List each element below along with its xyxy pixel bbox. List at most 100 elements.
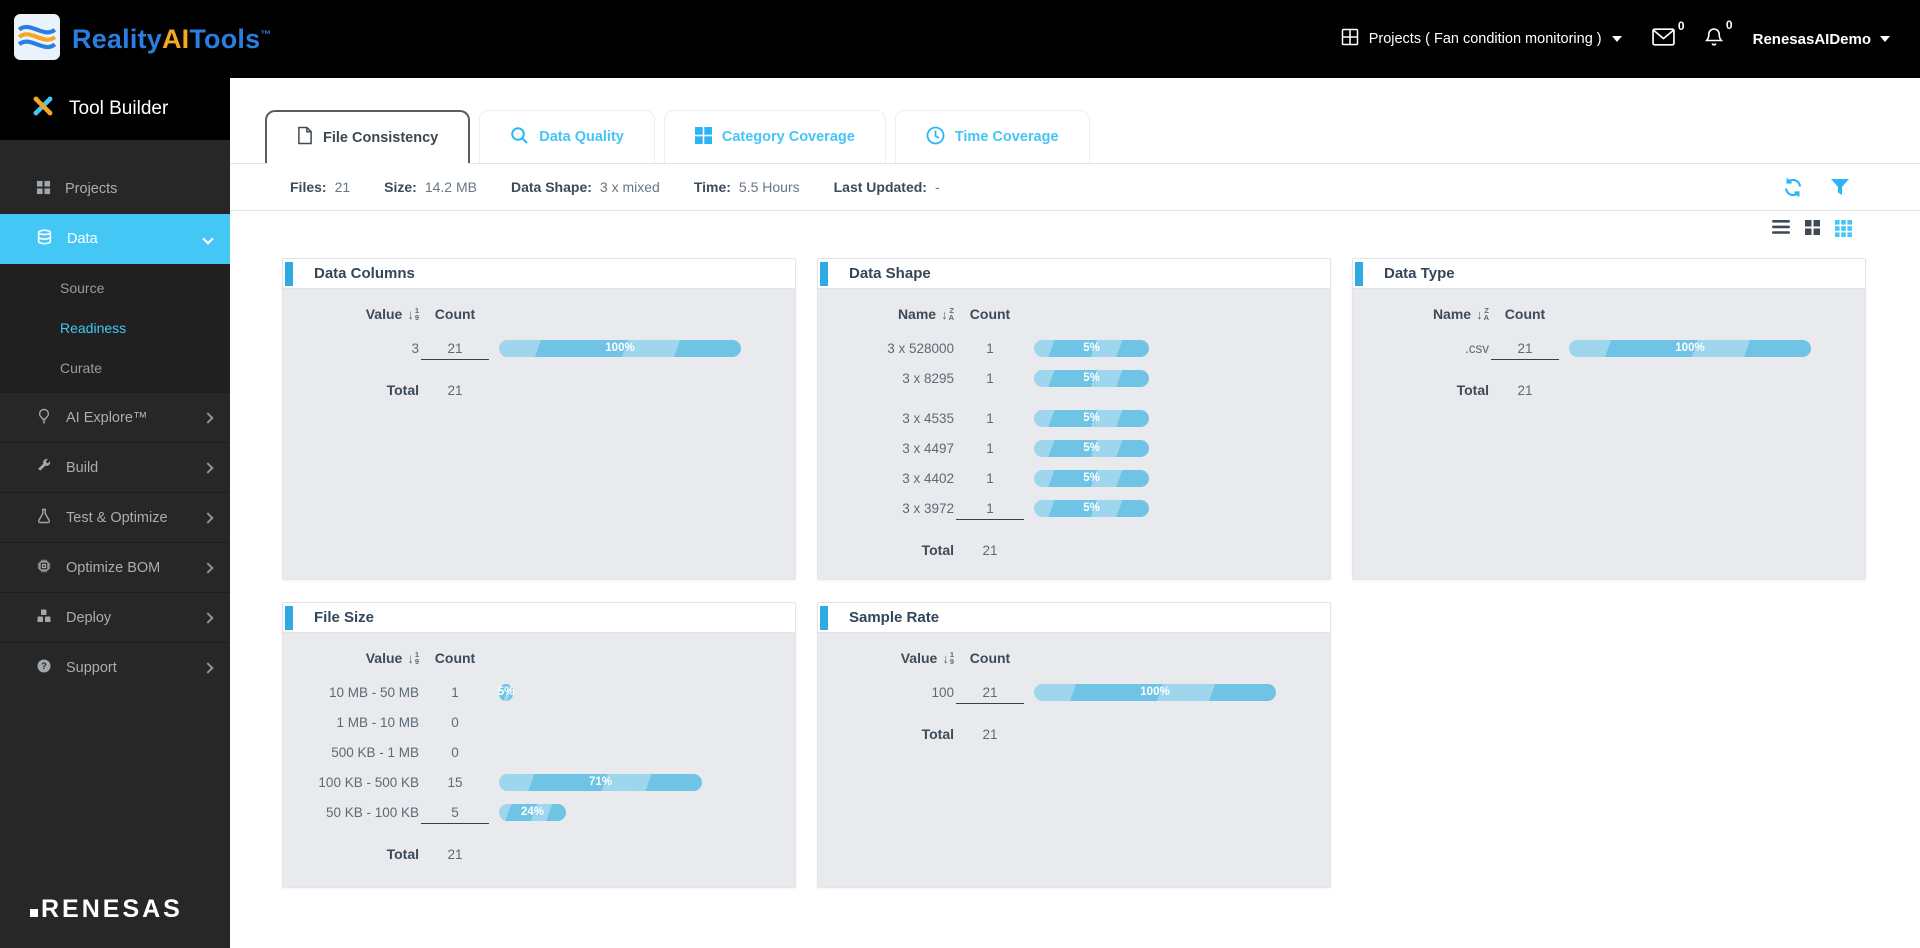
- card-data-columns: Data Columns Value ↓19 Count 3 21 100%: [282, 258, 796, 580]
- reality-ai-logo-icon: [14, 14, 60, 65]
- list-view-icon[interactable]: [1772, 220, 1790, 234]
- progress-bar: 5%: [1034, 440, 1149, 457]
- progress-label: 5%: [1083, 502, 1100, 514]
- card-body: Name ↓ZA Count 3 x 528000 1 5% 3 x 8295 …: [818, 289, 1330, 565]
- brand-title: RealityAITools™: [72, 24, 272, 55]
- row-count: 1: [954, 471, 1026, 486]
- row-count: 0: [419, 745, 491, 760]
- table-header: Name ↓ZA Count: [834, 299, 1314, 329]
- clock-icon: [926, 126, 945, 149]
- column-header-count: Count: [1489, 306, 1561, 322]
- progress-label: 5%: [1083, 372, 1100, 384]
- progress-bar: 5%: [1034, 470, 1149, 487]
- sidebar-subitem-source[interactable]: Source: [0, 268, 230, 308]
- card-title: Sample Rate: [849, 609, 939, 626]
- row-count: 1: [954, 341, 1026, 356]
- grid-2x2-view-icon[interactable]: [1805, 220, 1820, 235]
- progress-label: 5%: [1083, 342, 1100, 354]
- view-switcher: [230, 210, 1920, 252]
- card-sample-rate: Sample Rate Value ↓19 Count 100 21 100%: [817, 602, 1331, 888]
- sidebar-item-label: AI Explore™: [66, 410, 147, 426]
- projects-menu-label: Projects ( Fan condition monitoring ): [1369, 31, 1602, 47]
- grid-3x3-view-icon[interactable]: [1835, 220, 1852, 237]
- bell-icon: [1705, 27, 1723, 52]
- row-label: .csv: [1369, 341, 1489, 356]
- progress-label: 5%: [498, 686, 515, 698]
- table-row: 3 x 528000 1 5%: [834, 333, 1314, 363]
- user-menu[interactable]: RenesasAIDemo: [1753, 31, 1890, 48]
- column-header-name[interactable]: Name ↓ZA: [834, 306, 954, 322]
- total-value: 21: [954, 543, 1026, 558]
- card-header: File Size: [283, 603, 795, 633]
- sidebar-item-label: Optimize BOM: [66, 560, 160, 576]
- card-header: Data Shape: [818, 259, 1330, 289]
- row-count: 1: [419, 685, 491, 700]
- projects-grid-icon: [36, 180, 51, 199]
- row-label: 100 KB - 500 KB: [299, 775, 419, 790]
- sidebar-item-projects[interactable]: Projects: [0, 164, 230, 214]
- sidebar-item-data[interactable]: Data: [0, 214, 230, 264]
- table-header: Name ↓ZA Count: [1369, 299, 1849, 329]
- column-header-value[interactable]: Value ↓19: [299, 306, 419, 322]
- progress-label: 100%: [605, 342, 634, 354]
- filter-icon[interactable]: [1830, 178, 1850, 196]
- total-label: Total: [1369, 382, 1489, 398]
- sidebar-item-label: Build: [66, 460, 98, 476]
- row-label: 3 x 4535: [834, 411, 954, 426]
- total-row: Total 21: [1369, 375, 1849, 405]
- tool-builder-label: Tool Builder: [69, 98, 168, 120]
- projects-menu[interactable]: Projects ( Fan condition monitoring ): [1341, 28, 1622, 50]
- row-count: 15: [419, 775, 491, 790]
- sidebar-subitem-curate[interactable]: Curate: [0, 348, 230, 388]
- row-count: 21: [954, 685, 1026, 700]
- card-accent-bar: [820, 262, 828, 286]
- table-row: 3 x 8295 1 5%: [834, 363, 1314, 393]
- card-body: Name ↓ZA Count .csv 21 100% Total 21: [1353, 289, 1865, 405]
- card-title: Data Type: [1384, 265, 1455, 282]
- last-updated-field: Last Updated: -: [834, 179, 940, 195]
- messages-button[interactable]: 0: [1652, 28, 1675, 51]
- sidebar-item-optimize-bom[interactable]: Optimize BOM: [0, 542, 230, 592]
- card-body: Value ↓19 Count 100 21 100% Total 21: [818, 633, 1330, 749]
- tab-label: Category Coverage: [722, 129, 855, 145]
- row-label: 100: [834, 685, 954, 700]
- card-accent-bar: [285, 606, 293, 630]
- field-label: Size:: [384, 179, 417, 195]
- column-header-value[interactable]: Value ↓19: [834, 650, 954, 666]
- row-count: 0: [419, 715, 491, 730]
- sidebar-item-build[interactable]: Build: [0, 442, 230, 492]
- database-icon: [36, 229, 53, 250]
- sidebar-item-deploy[interactable]: Deploy: [0, 592, 230, 642]
- category-grid-icon: [695, 127, 712, 148]
- column-header-value[interactable]: Value ↓19: [299, 650, 419, 666]
- row-count: 1: [954, 501, 1026, 516]
- card-title: File Size: [314, 609, 374, 626]
- tab-data-quality[interactable]: Data Quality: [479, 110, 655, 163]
- table-row: 50 KB - 100 KB 5 24%: [299, 797, 779, 827]
- column-header-name[interactable]: Name ↓ZA: [1369, 306, 1489, 322]
- row-count: 21: [1489, 341, 1561, 356]
- chevron-down-icon: [1612, 36, 1622, 42]
- sidebar-item-ai-explore[interactable]: AI Explore™: [0, 392, 230, 442]
- tab-time-coverage[interactable]: Time Coverage: [895, 110, 1090, 163]
- card-header: Data Type: [1353, 259, 1865, 289]
- tab-category-coverage[interactable]: Category Coverage: [664, 110, 886, 163]
- progress-bar: 71%: [499, 774, 702, 791]
- table-row: 3 x 3972 1 5%: [834, 493, 1314, 523]
- chevron-down-icon: [1880, 36, 1890, 42]
- sidebar-item-support[interactable]: ? Support: [0, 642, 230, 692]
- notifications-button[interactable]: 0: [1705, 27, 1723, 52]
- subitem-label: Curate: [60, 360, 102, 376]
- card-title: Data Columns: [314, 265, 415, 282]
- apps-grid-icon: [1341, 28, 1359, 50]
- refresh-icon[interactable]: [1782, 177, 1804, 198]
- renesas-logo: RENESAS: [0, 895, 230, 948]
- table-row: 3 21 100%: [299, 333, 779, 363]
- tab-file-consistency[interactable]: File Consistency: [265, 110, 470, 163]
- table-header: Value ↓19 Count: [299, 643, 779, 673]
- table-row: 3 x 4402 1 5%: [834, 463, 1314, 493]
- total-label: Total: [299, 846, 419, 862]
- sidebar-item-test-optimize[interactable]: Test & Optimize: [0, 492, 230, 542]
- tab-label: File Consistency: [323, 130, 438, 146]
- sidebar-subitem-readiness[interactable]: Readiness: [0, 308, 230, 348]
